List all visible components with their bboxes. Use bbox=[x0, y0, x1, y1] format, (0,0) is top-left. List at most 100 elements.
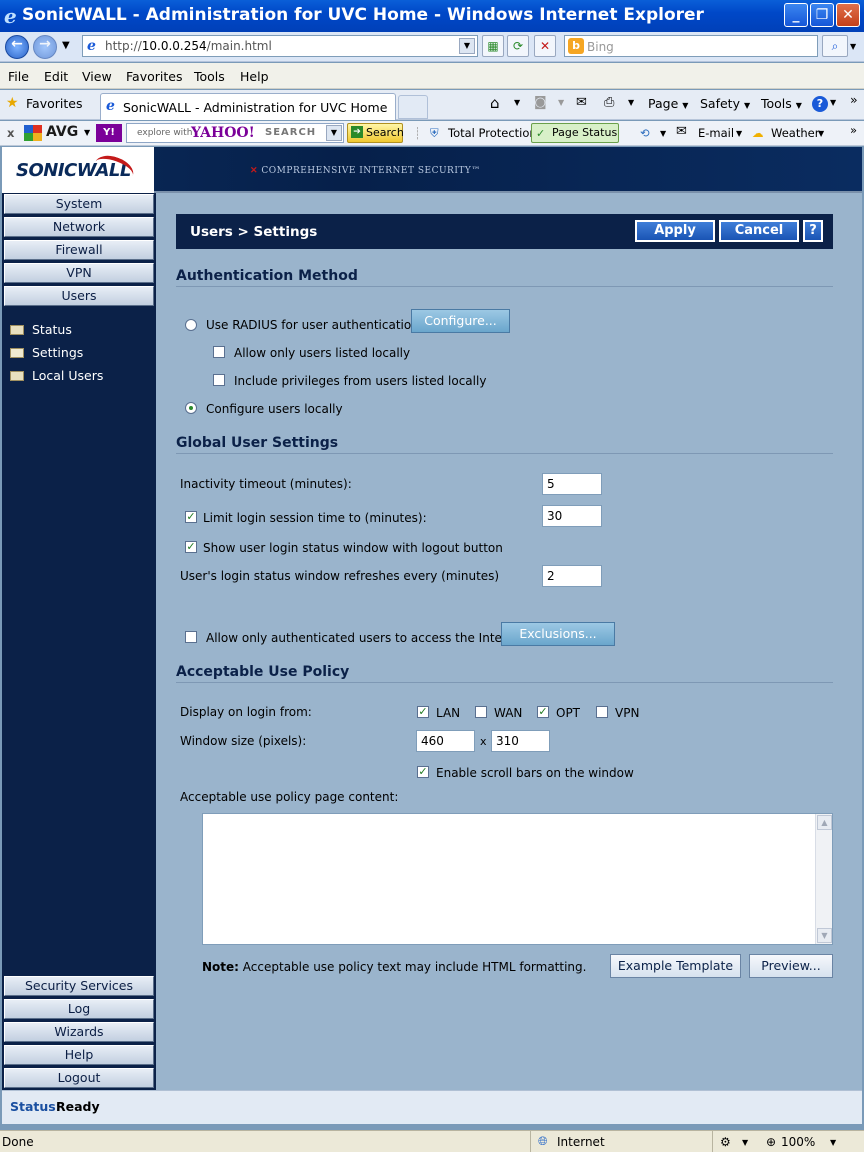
zone-lan-checkbox[interactable]: ✓ bbox=[417, 706, 429, 718]
search-placeholder: Bing bbox=[587, 40, 614, 54]
protected-mode-icon[interactable]: ⚙ bbox=[720, 1135, 731, 1149]
tab-sonicwall[interactable]: e SonicWALL - Administration for UVC Hom… bbox=[100, 93, 396, 120]
zoom-icon[interactable]: ⊕ bbox=[766, 1135, 776, 1149]
menu-edit[interactable]: Edit bbox=[44, 69, 68, 84]
configure-radius-button[interactable]: Configure... bbox=[411, 309, 510, 333]
subnav-local-users[interactable]: Local Users bbox=[10, 368, 103, 383]
cancel-button[interactable]: Cancel bbox=[719, 220, 799, 242]
page-menu[interactable]: Page ▼ bbox=[648, 96, 688, 111]
avg-label[interactable]: AVG bbox=[46, 124, 78, 140]
stop-icon[interactable]: ✕ bbox=[534, 35, 556, 57]
subnav-settings[interactable]: Settings bbox=[10, 345, 83, 360]
address-dropdown-icon[interactable]: ▼ bbox=[459, 38, 475, 54]
read-mail-icon[interactable]: ✉ bbox=[576, 95, 587, 110]
avg-overflow-icon[interactable]: » bbox=[850, 123, 857, 137]
scrollbars-checkbox[interactable]: ✓ bbox=[417, 766, 429, 778]
zoom-level[interactable]: 100% bbox=[781, 1135, 815, 1149]
yahoo-logo-icon[interactable]: Y! bbox=[96, 124, 122, 142]
nav-firewall[interactable]: Firewall bbox=[4, 240, 154, 260]
radius-radio[interactable] bbox=[185, 319, 197, 331]
policy-content-textarea[interactable]: ▲ ▼ bbox=[202, 813, 833, 945]
zone-opt-checkbox[interactable]: ✓ bbox=[537, 706, 549, 718]
protected-dropdown-icon[interactable]: ▼ bbox=[742, 1138, 748, 1147]
nav-users[interactable]: Users bbox=[4, 286, 154, 306]
new-tab-button[interactable] bbox=[398, 95, 428, 119]
apply-button[interactable]: Apply bbox=[635, 220, 715, 242]
scroll-down-icon[interactable]: ▼ bbox=[817, 928, 832, 943]
preview-button[interactable]: Preview... bbox=[749, 954, 833, 978]
avg-dropdown-icon[interactable]: ▼ bbox=[84, 128, 90, 137]
home-icon[interactable]: ⌂ bbox=[490, 94, 500, 112]
nav-network[interactable]: Network bbox=[4, 217, 154, 237]
nav-security-services[interactable]: Security Services bbox=[4, 976, 154, 996]
home-dropdown-icon[interactable]: ▼ bbox=[514, 98, 520, 107]
email-button[interactable]: E-mail bbox=[698, 126, 734, 140]
textarea-scrollbar[interactable]: ▲ ▼ bbox=[815, 814, 832, 944]
email-dropdown-icon[interactable]: ▼ bbox=[736, 129, 742, 138]
yahoo-search-button[interactable]: ➔ Search bbox=[347, 123, 404, 143]
print-dropdown-icon[interactable]: ▼ bbox=[628, 98, 634, 107]
back-arrow-icon[interactable]: ← bbox=[5, 35, 29, 59]
total-protection-button[interactable]: Total Protection bbox=[448, 126, 537, 140]
menu-view[interactable]: View bbox=[82, 69, 112, 84]
zoom-dropdown-icon[interactable]: ▼ bbox=[830, 1138, 836, 1147]
page-status-button[interactable]: ✓ Page Status bbox=[531, 123, 619, 143]
yahoo-search-input[interactable]: explore with YAHOO! SEARCH ▼ bbox=[126, 123, 344, 143]
yahoo-dropdown-icon[interactable]: ▼ bbox=[326, 125, 342, 141]
favorites-button[interactable]: Favorites bbox=[26, 96, 82, 111]
scroll-up-icon[interactable]: ▲ bbox=[817, 815, 832, 830]
zone-wan-checkbox[interactable] bbox=[475, 706, 487, 718]
menu-help[interactable]: Help bbox=[240, 69, 269, 84]
refresh-icon[interactable]: ⟳ bbox=[507, 35, 529, 57]
zone-vpn-checkbox[interactable] bbox=[596, 706, 608, 718]
nav-logout[interactable]: Logout bbox=[4, 1068, 154, 1088]
addon-dropdown-icon[interactable]: ▼ bbox=[660, 129, 666, 138]
configure-local-radio[interactable] bbox=[185, 402, 197, 414]
session-limit-input[interactable]: 30 bbox=[542, 505, 602, 527]
print-icon[interactable]: ⎙ bbox=[604, 95, 614, 110]
nav-help[interactable]: Help bbox=[4, 1045, 154, 1065]
subnav-status[interactable]: Status bbox=[10, 322, 72, 337]
ie-addon-icon[interactable]: ⟲ bbox=[640, 126, 650, 140]
help-circle-icon[interactable]: ? bbox=[812, 96, 828, 112]
feeds-dropdown-icon[interactable]: ▼ bbox=[558, 98, 564, 107]
menu-tools[interactable]: Tools bbox=[194, 69, 225, 84]
history-dropdown-icon[interactable]: ▼ bbox=[62, 40, 70, 51]
menu-file[interactable]: File bbox=[8, 69, 29, 84]
allow-auth-checkbox[interactable] bbox=[185, 631, 197, 643]
address-bar[interactable]: e http://10.0.0.254/main.html ▼ bbox=[82, 35, 478, 57]
nav-vpn[interactable]: VPN bbox=[4, 263, 154, 283]
inactivity-timeout-input[interactable]: 5 bbox=[542, 473, 602, 495]
forward-arrow-icon[interactable]: → bbox=[33, 35, 57, 59]
exclusions-button[interactable]: Exclusions... bbox=[501, 622, 615, 646]
search-input[interactable]: b Bing bbox=[564, 35, 818, 57]
allow-local-checkbox[interactable] bbox=[213, 346, 225, 358]
refresh-interval-input[interactable]: 2 bbox=[542, 565, 602, 587]
safety-menu[interactable]: Safety ▼ bbox=[700, 96, 750, 111]
show-status-checkbox[interactable]: ✓ bbox=[185, 541, 197, 553]
minimize-button[interactable]: _ bbox=[784, 3, 808, 27]
close-button[interactable]: ✕ bbox=[836, 3, 860, 27]
tools-menu[interactable]: Tools ▼ bbox=[761, 96, 802, 111]
help-button[interactable]: ? bbox=[803, 220, 823, 242]
feeds-icon[interactable]: ◙ bbox=[534, 95, 547, 110]
example-template-button[interactable]: Example Template bbox=[610, 954, 741, 978]
nav-system[interactable]: System bbox=[4, 194, 154, 214]
favorites-star-icon[interactable]: ★ bbox=[6, 95, 19, 111]
window-height-input[interactable]: 310 bbox=[491, 730, 550, 752]
weather-button[interactable]: Weather bbox=[771, 126, 819, 140]
avg-close-icon[interactable]: x bbox=[7, 126, 14, 140]
window-width-input[interactable]: 460 bbox=[416, 730, 475, 752]
maximize-button[interactable]: ❐ bbox=[810, 3, 834, 27]
menu-favorites[interactable]: Favorites bbox=[126, 69, 182, 84]
search-icon[interactable]: ⌕ bbox=[822, 35, 848, 57]
search-options-icon[interactable]: ▼ bbox=[850, 42, 856, 51]
nav-wizards[interactable]: Wizards bbox=[4, 1022, 154, 1042]
include-privileges-checkbox[interactable] bbox=[213, 374, 225, 386]
help-dropdown-icon[interactable]: ▼ bbox=[830, 98, 836, 107]
compat-view-icon[interactable]: ▦ bbox=[482, 35, 504, 57]
limit-session-checkbox[interactable]: ✓ bbox=[185, 511, 197, 523]
toolbar-overflow-icon[interactable]: » bbox=[850, 92, 858, 107]
weather-dropdown-icon[interactable]: ▼ bbox=[818, 129, 824, 138]
nav-log[interactable]: Log bbox=[4, 999, 154, 1019]
